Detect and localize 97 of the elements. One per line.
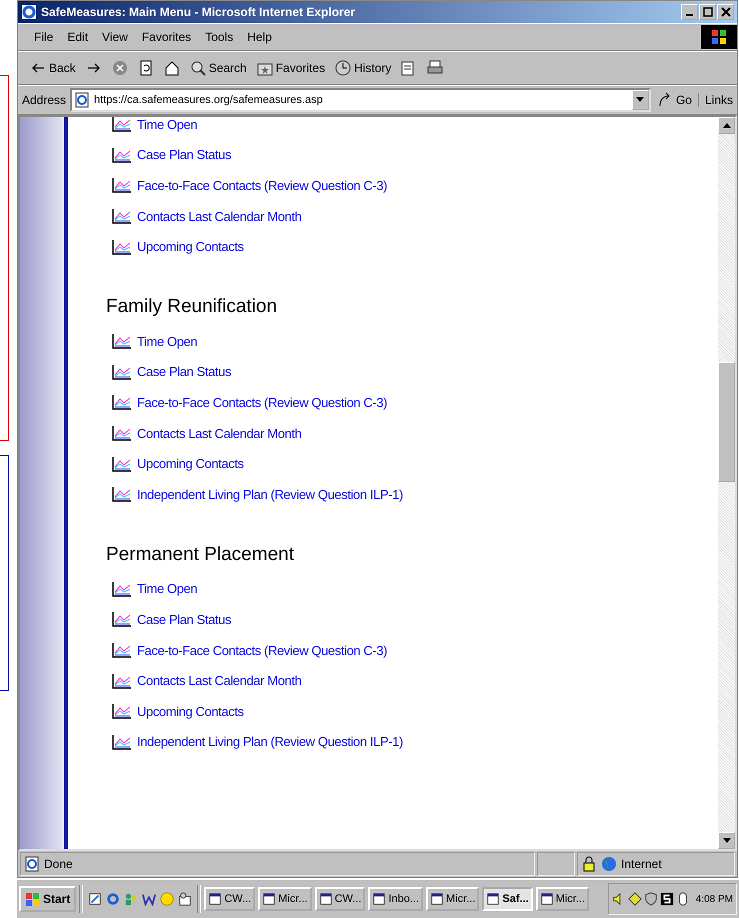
search-button[interactable]: Search bbox=[188, 58, 249, 78]
scrollbar-thumb[interactable] bbox=[718, 362, 735, 482]
chart-icon bbox=[112, 486, 132, 502]
search-icon bbox=[190, 60, 206, 76]
menu-item[interactable]: Tools bbox=[205, 30, 234, 44]
chart-icon bbox=[112, 208, 132, 224]
taskbar-button[interactable]: Micr... bbox=[426, 887, 480, 911]
taskbar-button[interactable]: Micr... bbox=[258, 887, 312, 911]
close-icon bbox=[720, 7, 730, 17]
chart-icon bbox=[112, 364, 132, 380]
status-pane bbox=[537, 852, 575, 876]
scroll-up-arrow-icon[interactable] bbox=[722, 122, 730, 128]
section-heading: Family Reunification bbox=[106, 296, 278, 318]
window-icon bbox=[486, 892, 500, 906]
home-icon bbox=[164, 60, 180, 76]
report-link[interactable]: Upcoming Contacts bbox=[137, 239, 244, 254]
window-icon bbox=[318, 892, 333, 906]
taskbar-button[interactable]: CW... bbox=[204, 887, 256, 911]
back-button[interactable]: Back bbox=[28, 58, 78, 78]
report-link[interactable]: Case Plan Status bbox=[137, 612, 232, 627]
browser-logo-icon bbox=[21, 4, 37, 20]
chart-icon bbox=[112, 456, 132, 472]
report-link[interactable]: Case Plan Status bbox=[137, 364, 232, 380]
chart-icon bbox=[112, 117, 132, 132]
chart-icon bbox=[112, 177, 132, 194]
chart-icon bbox=[112, 611, 132, 628]
window-icon bbox=[208, 892, 222, 906]
menu-item[interactable]: File bbox=[34, 30, 54, 44]
chart-icon bbox=[112, 238, 132, 255]
maximize-button[interactable] bbox=[699, 4, 716, 20]
page-icon bbox=[24, 856, 40, 872]
chart-icon bbox=[112, 394, 132, 410]
vertical-scrollbar[interactable] bbox=[718, 117, 735, 849]
menu-item[interactable]: View bbox=[102, 30, 128, 44]
chart-icon bbox=[112, 146, 132, 163]
window-icon bbox=[430, 892, 444, 906]
window-icon bbox=[262, 892, 276, 906]
report-link[interactable]: Contacts Last Calendar Month bbox=[137, 426, 302, 441]
minimize-icon bbox=[686, 14, 693, 16]
chart-icon bbox=[112, 425, 132, 442]
minimize-button[interactable] bbox=[681, 4, 698, 20]
zone-text: Internet bbox=[621, 857, 662, 871]
chart-icon bbox=[112, 642, 132, 658]
stop-icon bbox=[112, 60, 128, 76]
window-title: SafeMeasures: Main Menu - Microsoft Internet Explorer bbox=[41, 5, 356, 19]
report-link[interactable]: Time Open bbox=[137, 334, 198, 349]
start-button[interactable]: Start bbox=[19, 886, 76, 912]
section-heading: Permanent Placement bbox=[106, 544, 295, 566]
status-text: Done bbox=[44, 857, 73, 871]
history-button[interactable]: History bbox=[333, 58, 394, 78]
report-link[interactable]: Independent Living Plan (Review Question ILP-1) bbox=[137, 486, 403, 502]
word-icon[interactable] bbox=[142, 892, 156, 906]
chart-icon bbox=[112, 734, 132, 750]
report-link[interactable]: Time Open bbox=[137, 581, 198, 596]
menu-item[interactable]: Favorites bbox=[142, 30, 192, 44]
report-link[interactable]: Contacts Last Calendar Month bbox=[137, 673, 302, 688]
menu-item[interactable]: Edit bbox=[67, 30, 88, 44]
chart-icon bbox=[112, 333, 132, 350]
taskbar-button[interactable]: CW... bbox=[314, 887, 366, 911]
clock-icon bbox=[335, 60, 352, 76]
favorites-button[interactable]: Favorites bbox=[254, 58, 328, 78]
report-link[interactable]: Upcoming Contacts bbox=[137, 704, 244, 719]
chart-icon bbox=[112, 580, 132, 597]
window-icon bbox=[540, 892, 554, 906]
scroll-down-arrow-icon[interactable] bbox=[722, 838, 730, 844]
window-icon bbox=[372, 892, 386, 906]
report-link[interactable]: Time Open bbox=[137, 117, 198, 132]
taskbar-button[interactable]: Inbo... bbox=[368, 887, 424, 911]
taskbar-button[interactable]: Saf... bbox=[482, 887, 533, 911]
refresh-icon bbox=[138, 60, 154, 76]
report-link[interactable]: Independent Living Plan (Review Question ILP-1) bbox=[137, 734, 403, 750]
windows-logo-icon bbox=[701, 25, 737, 49]
report-link[interactable]: Contacts Last Calendar Month bbox=[137, 208, 302, 224]
address-label: Address bbox=[22, 93, 66, 107]
printer-icon bbox=[427, 60, 444, 76]
report-link[interactable]: Upcoming Contacts bbox=[137, 456, 244, 472]
padlock-icon bbox=[581, 856, 597, 872]
clock: 4:08 PM bbox=[696, 894, 733, 904]
report-link[interactable]: Face-to-Face Contacts (Review Question C-3) bbox=[137, 642, 388, 658]
taskbar-button[interactable]: Micr... bbox=[536, 887, 590, 911]
go-button[interactable]: Go bbox=[654, 90, 694, 110]
close-button[interactable] bbox=[717, 4, 734, 20]
report-link[interactable]: Case Plan Status bbox=[137, 147, 232, 162]
diamond-icon[interactable] bbox=[628, 892, 642, 906]
windows-logo-icon bbox=[25, 891, 41, 907]
globe-icon bbox=[601, 856, 617, 872]
shield-icon[interactable] bbox=[644, 892, 658, 906]
snake-icon[interactable] bbox=[660, 892, 674, 906]
chart-icon bbox=[112, 703, 132, 720]
report-link[interactable]: Face-to-Face Contacts (Review Question C-3) bbox=[137, 394, 388, 410]
report-link[interactable]: Face-to-Face Contacts (Review Question C-3) bbox=[137, 178, 388, 193]
menu-item[interactable]: Help bbox=[247, 30, 272, 44]
address-field[interactable]: https://ca.safemeasures.org/safemeasures.asp bbox=[70, 88, 651, 112]
links-button[interactable]: Links bbox=[698, 93, 733, 107]
page-icon bbox=[74, 92, 90, 108]
maximize-icon bbox=[702, 7, 712, 17]
chart-icon bbox=[112, 672, 132, 689]
